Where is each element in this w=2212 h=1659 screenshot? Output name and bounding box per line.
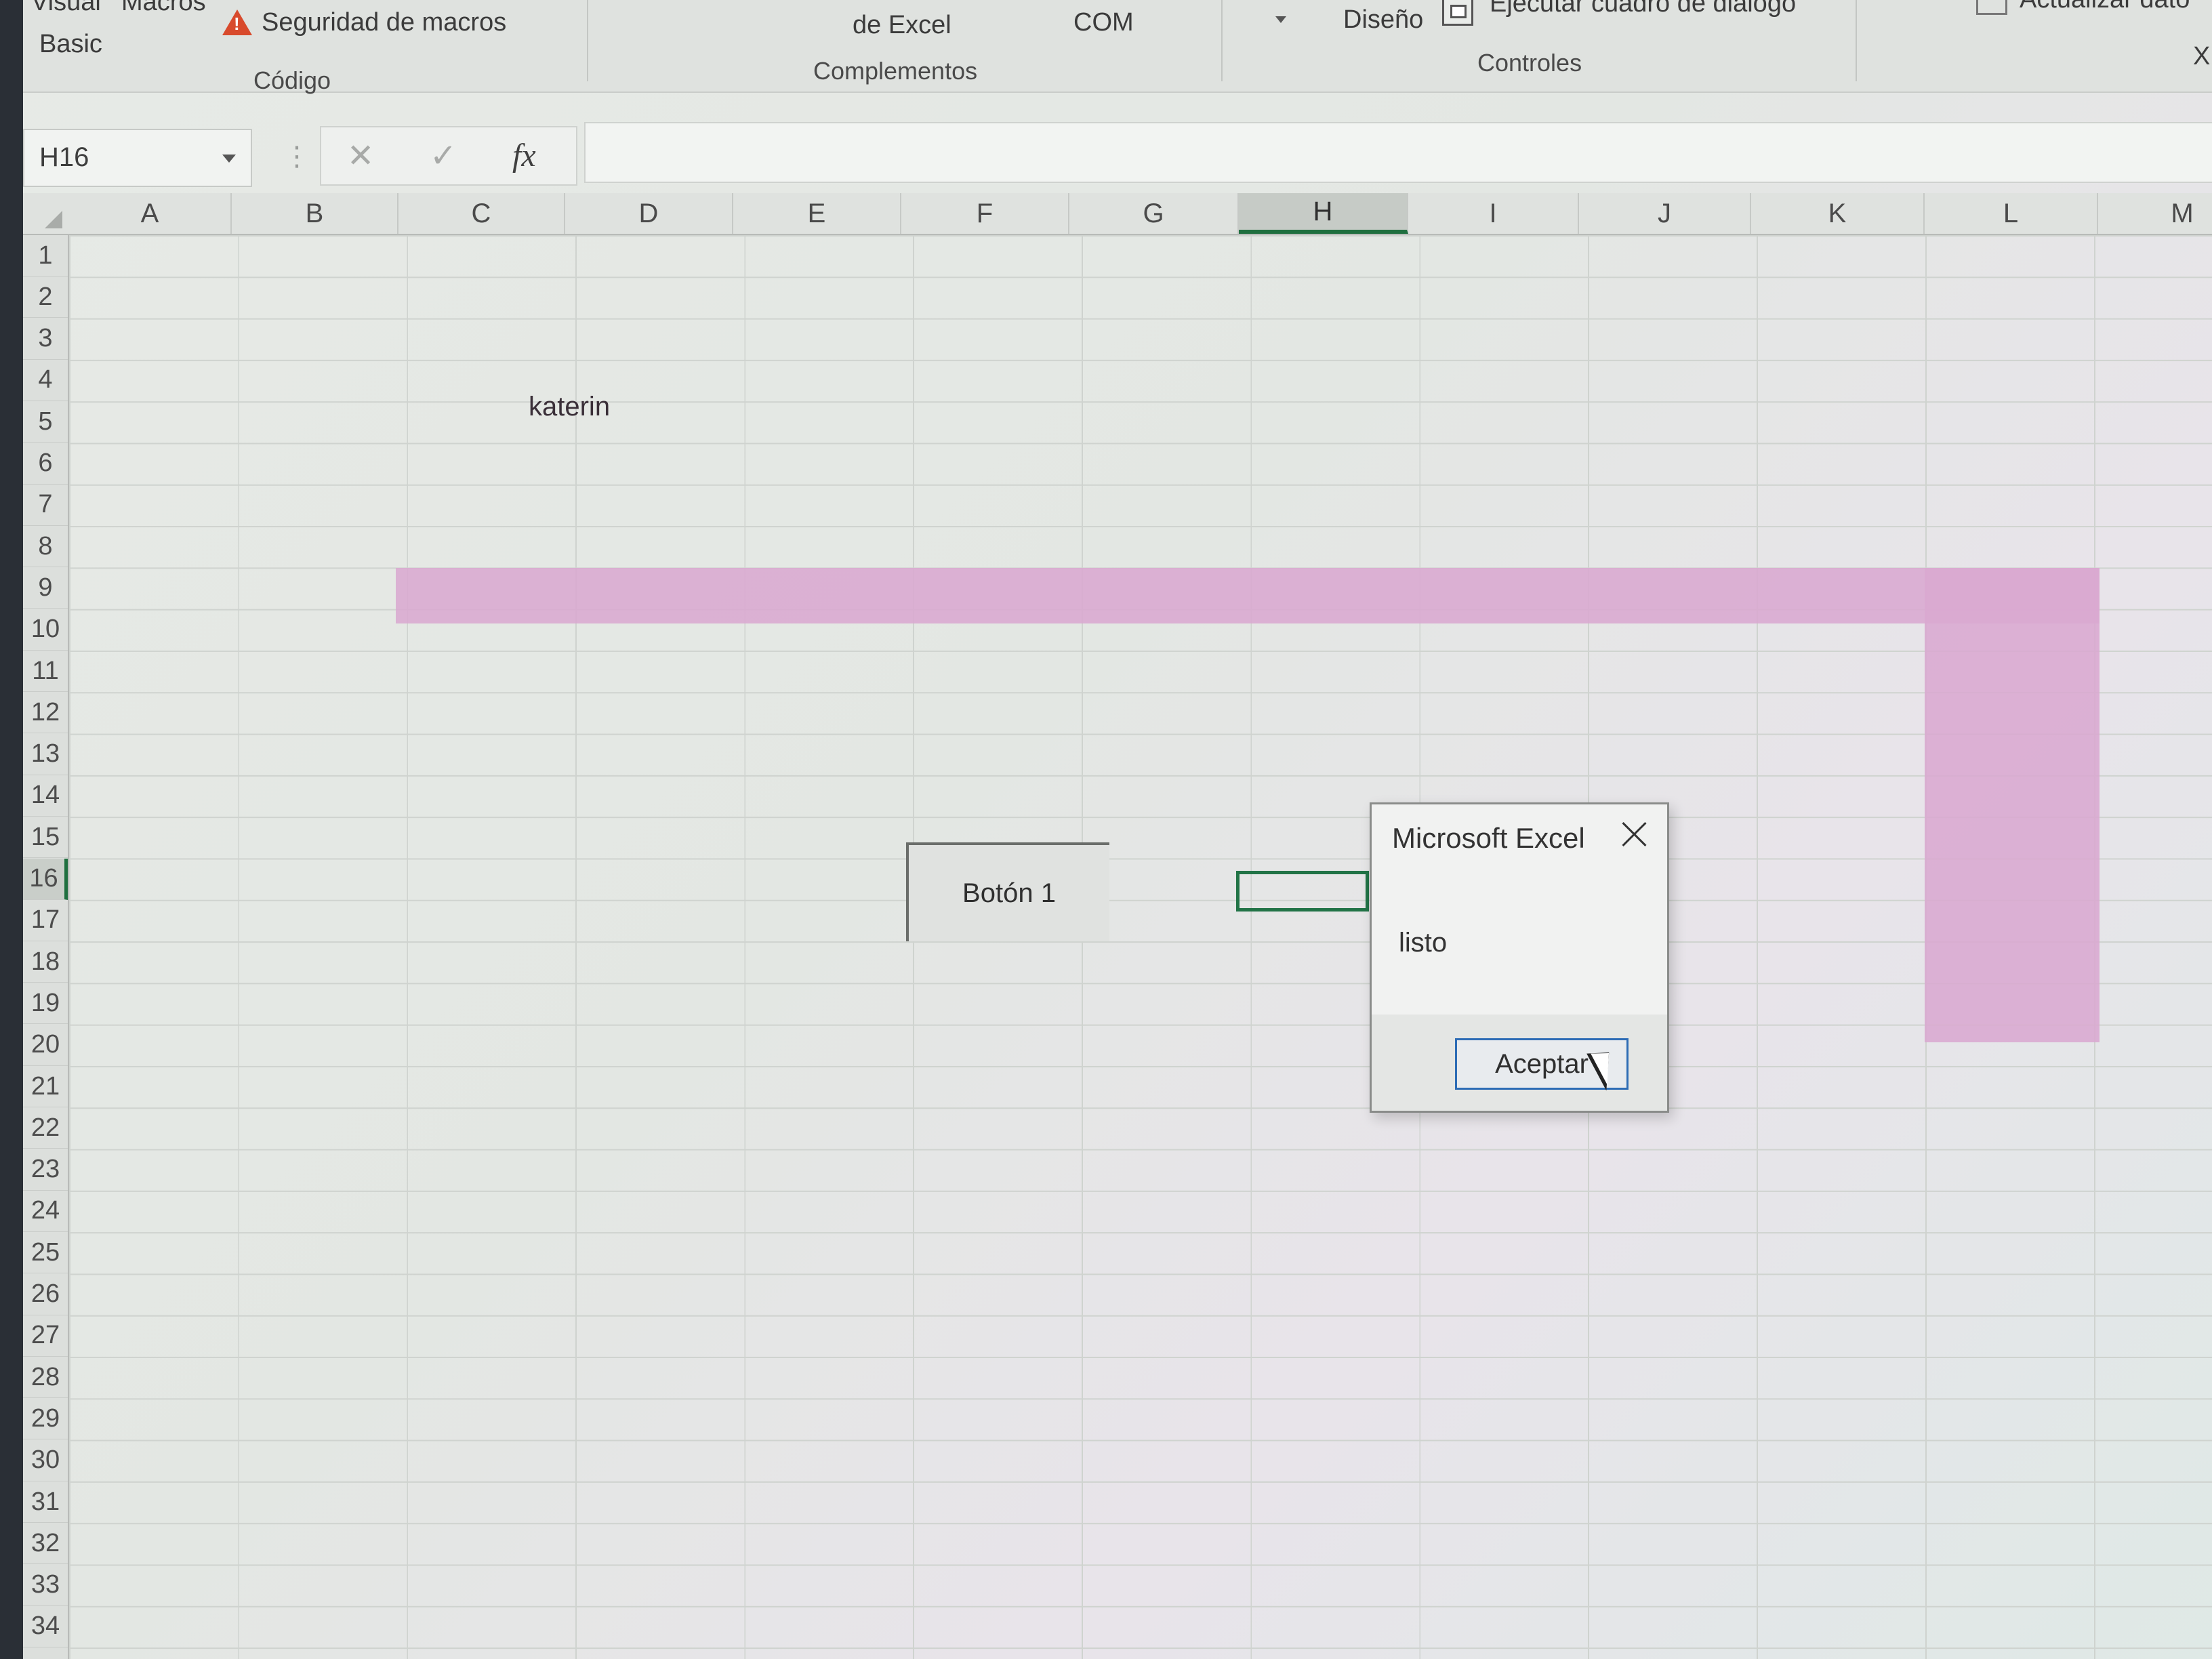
row-header-32[interactable]: 32 bbox=[23, 1523, 68, 1565]
row-header-33[interactable]: 33 bbox=[23, 1565, 68, 1606]
column-header-j[interactable]: J bbox=[1579, 193, 1751, 234]
row-header-3[interactable]: 3 bbox=[23, 319, 68, 360]
warning-icon bbox=[222, 9, 252, 35]
row-header-4[interactable]: 4 bbox=[23, 360, 68, 401]
dialog-button-area: Aceptar bbox=[1370, 802, 1669, 1113]
row-header-10[interactable]: 10 bbox=[23, 609, 68, 651]
formula-input[interactable] bbox=[584, 122, 2212, 183]
active-cell-h16[interactable] bbox=[1236, 871, 1369, 912]
ribbon-separator bbox=[587, 0, 588, 81]
column-header-d[interactable]: D bbox=[565, 193, 733, 234]
row-header-17[interactable]: 17 bbox=[23, 900, 68, 941]
column-header-b[interactable]: B bbox=[232, 193, 398, 234]
row-header-30[interactable]: 30 bbox=[23, 1440, 68, 1481]
row-header-34[interactable]: 34 bbox=[23, 1606, 68, 1647]
column-header-c[interactable]: C bbox=[398, 193, 565, 234]
group-label-codigo: Código bbox=[253, 66, 331, 94]
com-addins-button[interactable]: COM bbox=[1073, 8, 1134, 37]
row-header-24[interactable]: 24 bbox=[23, 1191, 68, 1232]
run-dialog-button[interactable]: Ejecutar cuadro de diálogo bbox=[1490, 0, 1796, 18]
row-header-8[interactable]: 8 bbox=[23, 526, 68, 568]
row-header-12[interactable]: 12 bbox=[23, 692, 68, 734]
macros-button[interactable]: Macros bbox=[121, 0, 206, 17]
row-header-2[interactable]: 2 bbox=[23, 276, 68, 319]
visual-basic-button-line2[interactable]: Basic bbox=[39, 30, 102, 59]
worksheet-grid: ABCDEFGHIJKLM 1 2 3 4 5 6 7 8 9 10 11 12 13 14 15 16 17 1… bbox=[23, 193, 2212, 1659]
row-header-26[interactable]: 26 bbox=[23, 1274, 68, 1315]
row-header-14[interactable]: 14 bbox=[23, 775, 68, 817]
row-header-21[interactable]: 21 bbox=[23, 1066, 68, 1107]
column-header-h[interactable]: H bbox=[1239, 193, 1408, 234]
insert-function-icon[interactable]: fx bbox=[512, 137, 536, 174]
row-header-28[interactable]: 28 bbox=[23, 1357, 68, 1399]
form-button-boton-1[interactable]: Botón 1 bbox=[906, 842, 1109, 941]
name-box[interactable]: H16 bbox=[23, 129, 252, 187]
refresh-data-button[interactable]: Actualizar dato bbox=[2020, 0, 2190, 14]
macro-security-button[interactable]: Seguridad de macros bbox=[262, 8, 506, 37]
row-header-7[interactable]: 7 bbox=[23, 485, 68, 526]
column-header-e[interactable]: E bbox=[733, 193, 901, 234]
row-header-13[interactable]: 13 bbox=[23, 734, 68, 775]
refresh-icon bbox=[1976, 0, 2007, 15]
column-header-i[interactable]: I bbox=[1408, 193, 1579, 234]
row-header-1[interactable]: 1 bbox=[23, 235, 68, 276]
row-header-18[interactable]: 18 bbox=[23, 941, 68, 983]
xml-group-label: X bbox=[2193, 42, 2211, 70]
row-header-20[interactable]: 20 bbox=[23, 1025, 68, 1066]
row-headers: 1 2 3 4 5 6 7 8 9 10 11 12 13 14 15 16 17 18 19 20 21 22 23 24 2… bbox=[23, 235, 69, 1659]
dialog-icon bbox=[1442, 0, 1473, 26]
row-header-23[interactable]: 23 bbox=[23, 1149, 68, 1191]
visual-basic-button-line1[interactable]: Visual bbox=[31, 0, 101, 17]
row-header-19[interactable]: 19 bbox=[23, 983, 68, 1025]
row-header-29[interactable]: 29 bbox=[23, 1398, 68, 1440]
group-label-complementos: Complementos bbox=[813, 57, 978, 85]
chevron-down-icon[interactable] bbox=[1275, 16, 1286, 23]
column-headers: ABCDEFGHIJKLM bbox=[23, 193, 2212, 235]
ribbon-separator bbox=[1856, 0, 1857, 81]
row-header-9[interactable]: 9 bbox=[23, 567, 68, 609]
row-header-16[interactable]: 16 bbox=[23, 858, 68, 900]
name-box-value: H16 bbox=[39, 142, 89, 172]
excel-window: Visual Macros Basic Seguridad de macros … bbox=[0, 0, 2212, 1659]
select-all-button[interactable] bbox=[23, 193, 68, 234]
row-header-6[interactable]: 6 bbox=[23, 443, 68, 485]
ribbon-separator bbox=[1221, 0, 1223, 81]
row-header-15[interactable]: 15 bbox=[23, 817, 68, 859]
filled-row-9 bbox=[396, 568, 2100, 623]
row-header-11[interactable]: 11 bbox=[23, 651, 68, 692]
screen-bezel bbox=[0, 0, 23, 1659]
column-header-k[interactable]: K bbox=[1751, 193, 1925, 234]
column-header-m[interactable]: M bbox=[2098, 193, 2212, 234]
row-header-31[interactable]: 31 bbox=[23, 1481, 68, 1523]
column-header-f[interactable]: F bbox=[901, 193, 1069, 234]
chevron-down-icon[interactable] bbox=[222, 155, 236, 163]
cancel-icon[interactable]: ✕ bbox=[347, 137, 374, 175]
row-header-27[interactable]: 27 bbox=[23, 1315, 68, 1357]
formula-bar-resize-handle[interactable]: ⋮ bbox=[283, 141, 310, 172]
column-header-a[interactable]: A bbox=[69, 193, 232, 234]
column-header-l[interactable]: L bbox=[1925, 193, 2098, 234]
row-header-5[interactable]: 5 bbox=[23, 401, 68, 443]
row-header-22[interactable]: 22 bbox=[23, 1107, 68, 1149]
group-label-controles: Controles bbox=[1477, 49, 1582, 77]
ribbon: Visual Macros Basic Seguridad de macros … bbox=[23, 0, 2212, 94]
cells-area[interactable] bbox=[69, 235, 2212, 1659]
excel-addins-button[interactable]: de Excel bbox=[853, 11, 951, 40]
column-header-g[interactable]: G bbox=[1069, 193, 1239, 234]
design-mode-button[interactable]: Diseño bbox=[1343, 5, 1423, 35]
formula-buttons: ✕ ✓ fx bbox=[320, 126, 577, 186]
filled-column-l bbox=[1925, 568, 2100, 1042]
enter-icon[interactable]: ✓ bbox=[430, 137, 457, 175]
cell-d9-value[interactable]: katerin bbox=[529, 392, 610, 422]
row-header-25[interactable]: 25 bbox=[23, 1232, 68, 1274]
